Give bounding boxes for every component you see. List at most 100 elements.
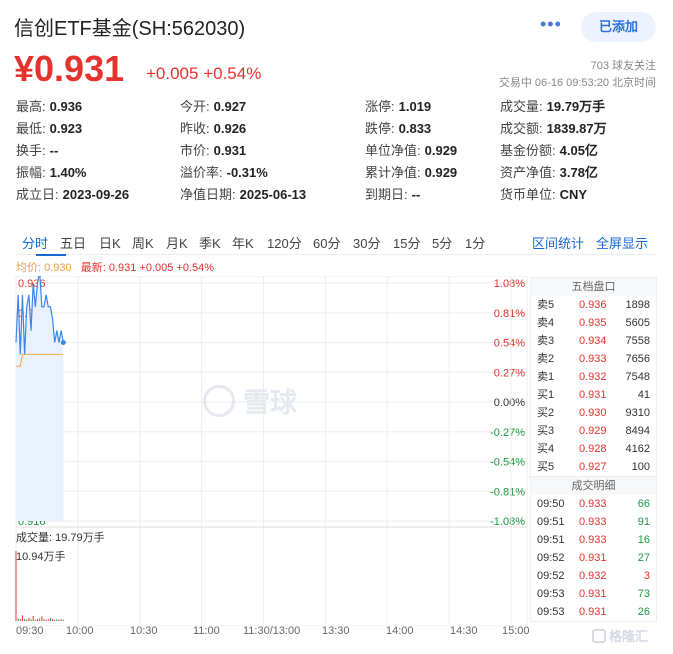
plot-frame <box>15 276 528 626</box>
stat-value: 0.833 <box>398 121 432 136</box>
ask-row-volume: 5605 <box>625 317 650 329</box>
ask-row: 卖3 0.934 7558 <box>531 332 656 350</box>
trade-row: 09:50 0.933 66 <box>531 495 656 513</box>
stat-value: 0.929 <box>424 143 458 158</box>
bid-row-price: 0.931 <box>579 389 607 401</box>
tab-6[interactable]: 年K <box>232 233 254 252</box>
ask-row-price: 0.934 <box>579 335 607 347</box>
y-tick-right: -0.54% <box>490 457 525 469</box>
tab-10[interactable]: 15分 <box>393 233 420 252</box>
stat-item: 资产净值: 3.78亿 <box>500 163 598 183</box>
ask-row-label: 卖5 <box>537 299 555 311</box>
stat-item: 涨停: 1.019 <box>365 97 431 117</box>
trade-row-price: 0.933 <box>579 498 607 510</box>
stat-value: 0.931 <box>213 143 247 158</box>
trade-row-label: 09:53 <box>537 606 565 618</box>
trade-row-price: 0.933 <box>579 516 607 528</box>
x-tick: 10:00 <box>66 625 94 637</box>
stat-value: 0.936 <box>49 99 83 114</box>
stat-label: 资产净值: <box>500 165 556 180</box>
x-tick: 10:30 <box>130 625 158 637</box>
stat-item: 昨收: 0.926 <box>180 119 246 139</box>
tab-1[interactable]: 五日 <box>60 233 86 252</box>
trade-time: 交易中 06-16 09:53:20 北京时间 <box>498 77 656 89</box>
x-tick: 09:30 <box>16 625 44 637</box>
stat-item: 货币单位: CNY <box>500 185 587 205</box>
intraday-chart[interactable]: 0.9361.08%0.9330.81%0.9310.54%0.9290.27%… <box>0 276 530 626</box>
ask-row: 卖5 0.936 1898 <box>531 296 656 314</box>
stat-value: 0.923 <box>49 121 83 136</box>
bid-row-label: 买2 <box>537 407 555 419</box>
tab-4[interactable]: 月K <box>166 233 188 252</box>
stat-label: 成立日: <box>16 187 59 202</box>
tab-9[interactable]: 30分 <box>353 233 380 252</box>
y-tick-right: 0.00% <box>494 397 525 409</box>
volume-label: 成交量: 19.79万手 <box>16 532 105 544</box>
stat-label: 换手: <box>16 143 46 158</box>
tab-8[interactable]: 60分 <box>313 233 340 252</box>
trade-row-label: 09:51 <box>537 516 565 528</box>
trade-row: 09:51 0.933 91 <box>531 513 656 531</box>
ask-row-volume: 7656 <box>625 353 650 365</box>
stat-label: 跌停: <box>365 121 395 136</box>
trade-row-label: 09:52 <box>537 570 565 582</box>
range-stats-link[interactable]: 区间统计 <box>532 233 584 252</box>
stat-label: 涨停: <box>365 99 395 114</box>
ask-row-price: 0.933 <box>579 353 607 365</box>
x-tick: 15:00 <box>502 625 530 637</box>
trade-row-volume: 26 <box>637 606 650 618</box>
bid-row-price: 0.930 <box>579 407 607 419</box>
y-tick-right: 0.81% <box>494 308 525 320</box>
price-change: +0.005 +0.54% <box>146 64 262 83</box>
gelonghui-brand: 格隆汇 <box>592 626 648 645</box>
y-tick-right: 0.54% <box>494 338 525 350</box>
tab-11[interactable]: 5分 <box>432 233 452 252</box>
stat-label: 昨收: <box>180 121 210 136</box>
tab-0[interactable]: 分时 <box>22 233 48 252</box>
bid-row-price: 0.929 <box>579 425 607 437</box>
trade-row: 09:52 0.931 27 <box>531 549 656 567</box>
stat-label: 成交量: <box>500 99 543 114</box>
stat-label: 溢价率: <box>180 165 223 180</box>
fullscreen-link[interactable]: 全屏显示 <box>596 233 648 252</box>
current-price: ¥0.931 <box>14 48 125 89</box>
period-tabs: 分时 五日 日K 周K 月K 季K 年K 120分 60分 30分 15分 5分 1分 区间统计 全屏显示 <box>16 231 656 256</box>
bid-row: 买5 0.927 100 <box>531 458 656 476</box>
watermark-logo-icon <box>203 384 235 417</box>
stat-item: 净值日期: 2025-06-13 <box>180 185 306 205</box>
stat-value: 3.78亿 <box>559 165 598 180</box>
trade-details-title: 成交明细 <box>531 477 656 495</box>
bid-row-label: 买5 <box>537 461 555 473</box>
added-button[interactable]: 已添加 <box>581 12 656 42</box>
tab-3[interactable]: 周K <box>132 233 154 252</box>
x-tick: 11:30/13:00 <box>243 625 301 637</box>
stat-label: 最高: <box>16 99 46 114</box>
bid-row-price: 0.927 <box>579 461 607 473</box>
x-tick: 14:00 <box>386 625 414 637</box>
ask-row-label: 卖1 <box>537 371 555 383</box>
tab-2[interactable]: 日K <box>99 233 121 252</box>
ask-row: 卖4 0.935 5605 <box>531 314 656 332</box>
trade-row-price: 0.931 <box>579 606 607 618</box>
trade-row-volume: 91 <box>637 516 650 528</box>
ask-row-label: 卖2 <box>537 353 555 365</box>
ask-row: 卖2 0.933 7656 <box>531 350 656 368</box>
stat-value: 19.79万手 <box>546 99 606 114</box>
more-icon[interactable]: ••• <box>540 14 562 35</box>
stat-label: 市价: <box>180 143 210 158</box>
xueqiu-watermark: 雪球 <box>203 381 297 420</box>
y-tick-right: 1.08% <box>494 278 525 290</box>
order-book-title: 五档盘口 <box>531 278 656 296</box>
y-tick-right: 0.27% <box>494 367 525 379</box>
trade-row-price: 0.932 <box>579 570 607 582</box>
ask-row-label: 卖4 <box>537 317 555 329</box>
tab-12[interactable]: 1分 <box>465 233 485 252</box>
trade-row-volume: 66 <box>637 498 650 510</box>
x-tick: 11:00 <box>193 625 220 637</box>
tab-5[interactable]: 季K <box>199 233 221 252</box>
stat-label: 净值日期: <box>180 187 236 202</box>
tab-7[interactable]: 120分 <box>267 233 302 252</box>
stat-item: 最低: 0.923 <box>16 119 82 139</box>
y-tick-right: -0.81% <box>490 486 525 498</box>
stat-value: 4.05亿 <box>559 143 598 158</box>
